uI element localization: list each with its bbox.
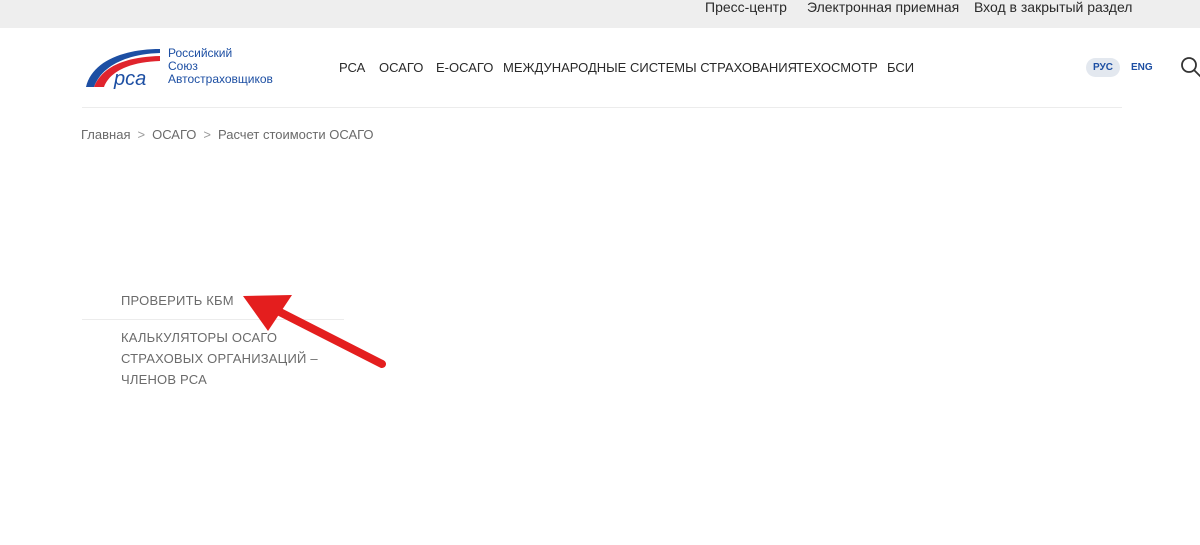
nav-item-techinspection[interactable]: ТЕХОСМОТР xyxy=(796,61,878,75)
nav-item-osago[interactable]: ОСАГО xyxy=(379,61,423,75)
search-icon[interactable] xyxy=(1180,56,1200,78)
press-center-link[interactable]: Пресс-центр xyxy=(705,0,787,14)
annotation-arrow-icon xyxy=(243,295,386,368)
breadcrumb-osago[interactable]: ОСАГО xyxy=(152,127,196,142)
logo-line-3: Автостраховщиков xyxy=(168,72,273,86)
top-utility-bar: Пресс-центр Электронная приемная Вход в … xyxy=(0,0,1200,28)
breadcrumb-separator: > xyxy=(203,127,211,142)
nav-item-bsi[interactable]: БСИ xyxy=(887,61,914,75)
logo-mark-text: рса xyxy=(113,68,146,90)
nav-item-international[interactable]: МЕЖДУНАРОДНЫЕ СИСТЕМЫ СТРАХОВАНИЯ xyxy=(503,61,797,75)
header-divider xyxy=(82,107,1122,108)
private-section-link[interactable]: Вход в закрытый раздел xyxy=(974,0,1132,14)
breadcrumb-home[interactable]: Главная xyxy=(81,127,130,142)
nav-item-rsa[interactable]: РСА xyxy=(339,61,365,75)
lang-eng-button[interactable]: ENG xyxy=(1131,58,1153,77)
breadcrumb-current: Расчет стоимости ОСАГО xyxy=(217,127,374,142)
logo-mark-icon: рса xyxy=(86,49,160,90)
check-kbm-link[interactable]: ПРОВЕРИТЬ КБМ xyxy=(121,290,234,311)
logo-wordmark: Российский Союз Автостраховщиков xyxy=(168,47,273,86)
lang-rus-button[interactable]: РУС xyxy=(1086,58,1120,77)
nav-item-e-osago[interactable]: Е-ОСАГО xyxy=(436,61,493,75)
rsa-logo[interactable]: рса Российский Союз Автостраховщиков xyxy=(84,47,284,92)
breadcrumb-separator: > xyxy=(137,127,146,142)
e-reception-link[interactable]: Электронная приемная xyxy=(807,0,959,14)
breadcrumb: Главная > ОСАГО > Расчет стоимости ОСАГО xyxy=(81,128,374,142)
